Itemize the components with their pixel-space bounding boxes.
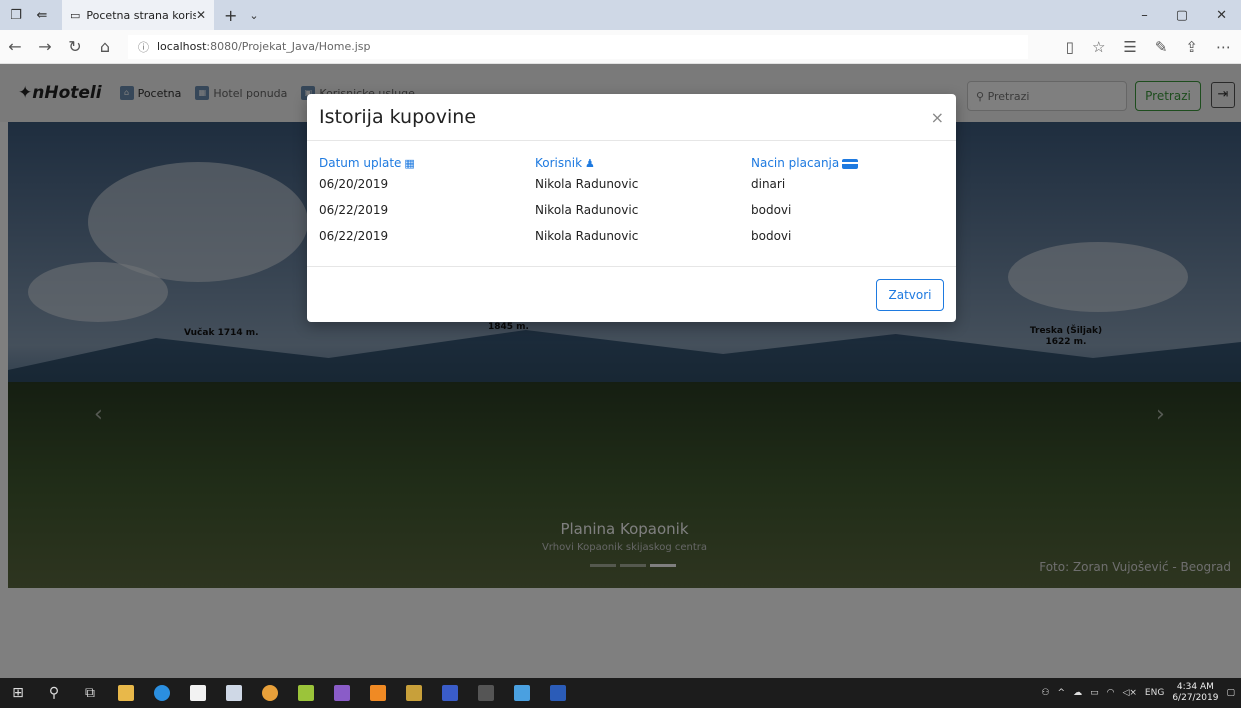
chrome-icon[interactable]	[252, 678, 288, 708]
share-icon[interactable]: ⇪	[1185, 38, 1198, 56]
vs-app-icon[interactable]	[432, 678, 468, 708]
tab-actions-icon[interactable]: ❐	[6, 5, 26, 25]
reading-view-icon[interactable]: ▯	[1066, 38, 1074, 56]
favorite-star-icon[interactable]: ☆	[1092, 38, 1105, 56]
mail-icon[interactable]	[216, 678, 252, 708]
cell-user: Nikola Radunovic	[535, 177, 639, 191]
modal-footer: Zatvori	[307, 267, 956, 322]
store-icon[interactable]	[180, 678, 216, 708]
url-field[interactable]: ⓘ localhost:8080/Projekat_Java/Home.jsp	[128, 34, 1028, 59]
terminal-icon[interactable]	[468, 678, 504, 708]
system-tray: ⚇ ^ ☁ ▭ ◠ ◁× ENG 4:34 AM 6/27/2019 ▢	[1041, 682, 1241, 704]
cell-date: 06/22/2019	[319, 203, 389, 217]
close-icon[interactable]: ×	[931, 108, 944, 127]
people-icon[interactable]: ⚇	[1041, 688, 1049, 698]
clock-time: 4:34 AM	[1176, 682, 1214, 692]
maximize-icon[interactable]: ▢	[1176, 8, 1188, 23]
user-icon: ♟	[585, 157, 595, 170]
zatvori-button[interactable]: Zatvori	[876, 278, 944, 311]
wifi-icon[interactable]: ◠	[1107, 688, 1115, 698]
more-icon[interactable]: ⋯	[1216, 38, 1231, 56]
table-row: 06/20/2019 Nikola Radunovic dinari	[319, 171, 944, 197]
search-icon[interactable]: ⚲	[36, 678, 72, 708]
forward-icon[interactable]: →	[30, 37, 60, 56]
site-info-icon[interactable]: ⓘ	[138, 39, 149, 55]
edge-browser-icon[interactable]	[144, 678, 180, 708]
language-indicator[interactable]: ENG	[1145, 688, 1164, 698]
calendar-icon: ▦	[404, 157, 415, 170]
browser-titlebar: ❐ ⇚ ▭ Pocetna strana korisnik ✕ + ⌄ – ▢ …	[0, 0, 1241, 30]
windows-start-icon[interactable]: ⊞	[0, 678, 36, 708]
tray-expand-icon[interactable]: ^	[1058, 688, 1066, 698]
column-header-payment: Nacin placanja	[751, 155, 944, 171]
cell-payment: bodovi	[751, 203, 792, 217]
xampp-icon[interactable]	[360, 678, 396, 708]
favorites-list-icon[interactable]: ☰	[1123, 38, 1136, 56]
home-icon[interactable]: ⌂	[90, 37, 120, 56]
cloud-icon[interactable]: ☁	[1073, 688, 1082, 698]
modal-header: Istorija kupovine ×	[307, 94, 956, 141]
app-icon[interactable]	[396, 678, 432, 708]
purchase-table: Datum uplate ▦ Korisnik ♟ Nacin placanja 0…	[319, 155, 944, 249]
address-bar-row: ← → ↻ ⌂ ⓘ localhost:8080/Projekat_Java/H…	[0, 30, 1241, 64]
visual-studio-icon[interactable]	[324, 678, 360, 708]
purchase-history-modal: Istorija kupovine × Datum uplate ▦ Korisn…	[307, 94, 956, 322]
task-view-icon[interactable]: ⧉	[72, 678, 108, 708]
volume-icon[interactable]: ◁×	[1122, 688, 1136, 698]
cell-payment: dinari	[751, 177, 786, 191]
cell-date: 06/22/2019	[319, 229, 389, 243]
cell-payment: bodovi	[751, 229, 792, 243]
modal-body: Datum uplate ▦ Korisnik ♟ Nacin placanja 0…	[307, 141, 956, 267]
tab-title: Pocetna strana korisnik	[86, 8, 196, 22]
back-icon[interactable]: ←	[0, 37, 30, 56]
browser-toolbar: ▯ ☆ ☰ ✎ ⇪ ⋯	[1066, 38, 1241, 56]
battery-icon[interactable]: ▭	[1090, 688, 1099, 698]
file-explorer-icon[interactable]	[108, 678, 144, 708]
table-row: 06/22/2019 Nikola Radunovic bodovi	[319, 197, 944, 223]
tab-list-chevron-icon[interactable]: ⌄	[249, 9, 258, 22]
column-header-user: Korisnik ♟	[535, 156, 595, 170]
table-header-row: Datum uplate ▦ Korisnik ♟ Nacin placanja	[319, 155, 944, 171]
minimize-icon[interactable]: –	[1141, 8, 1148, 23]
window-close-icon[interactable]: ✕	[1216, 8, 1227, 23]
clock[interactable]: 4:34 AM 6/27/2019	[1172, 682, 1218, 704]
back-tabs-icon[interactable]: ⇚	[32, 5, 52, 25]
browser-tab[interactable]: ▭ Pocetna strana korisnik ✕	[62, 0, 214, 30]
column-header-date: Datum uplate ▦	[319, 156, 415, 170]
tab-close-icon[interactable]: ✕	[196, 8, 206, 22]
credit-card-icon	[842, 158, 859, 169]
table-row: 06/22/2019 Nikola Radunovic bodovi	[319, 223, 944, 249]
refresh-icon[interactable]: ↻	[60, 37, 90, 56]
window-controls: – ▢ ✕	[1141, 8, 1241, 23]
word-icon[interactable]	[540, 678, 576, 708]
app-cube-icon[interactable]	[504, 678, 540, 708]
cell-date: 06/20/2019	[319, 177, 389, 191]
url-path: :8080/Projekat_Java/Home.jsp	[206, 40, 371, 53]
windows-taskbar: ⊞ ⚲ ⧉ ⚇ ^ ☁ ▭ ◠ ◁× ENG 4:34 AM 6/27/2019…	[0, 678, 1241, 708]
app-icon[interactable]	[288, 678, 324, 708]
cell-user: Nikola Radunovic	[535, 203, 639, 217]
cell-user: Nikola Radunovic	[535, 229, 639, 243]
web-page: ✦nHoteli ⌂Pocetna ▦Hotel ponuda ▣Korisni…	[0, 64, 1241, 678]
modal-title: Istorija kupovine	[319, 106, 477, 128]
page-icon: ▭	[70, 8, 81, 22]
new-tab-icon[interactable]: +	[224, 6, 237, 25]
clock-date: 6/27/2019	[1172, 693, 1219, 703]
notes-pen-icon[interactable]: ✎	[1155, 38, 1168, 56]
notifications-icon[interactable]: ▢	[1226, 688, 1235, 698]
url-host: localhost	[157, 40, 207, 53]
